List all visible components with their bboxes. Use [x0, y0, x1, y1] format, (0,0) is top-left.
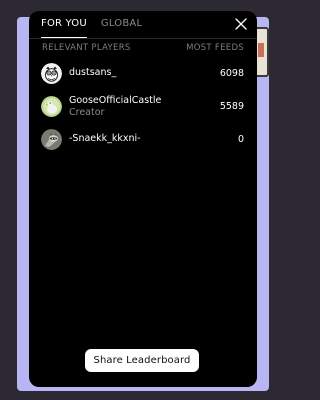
player-score: 5589: [219, 100, 244, 112]
leaderboard-header: RELEVANT PLAYERS MOST FEEDS: [42, 43, 244, 53]
share-leaderboard-button[interactable]: Share Leaderboard: [85, 349, 199, 372]
owl-avatar-icon: [41, 62, 62, 84]
list-item[interactable]: dustsans_ 6098: [41, 61, 244, 85]
most-feeds-heading: MOST FEEDS: [186, 43, 244, 53]
background-widget-swatch: [258, 43, 264, 57]
tab-for-you[interactable]: FOR YOU: [41, 17, 87, 39]
raccoon-avatar-icon: [41, 128, 62, 150]
close-icon[interactable]: [233, 16, 249, 32]
leaderboard-tabs: FOR YOU GLOBAL: [41, 17, 142, 39]
tabs-divider: [29, 38, 257, 39]
player-role: Creator: [69, 106, 105, 118]
list-item[interactable]: GooseOfficialCastle Creator 5589: [41, 94, 244, 118]
player-names: -Snaekk_kkxni-: [69, 133, 214, 145]
player-name: GooseOfficialCastle: [69, 94, 162, 106]
player-names: GooseOfficialCastle Creator: [69, 95, 214, 118]
leaderboard-modal: FOR YOU GLOBAL RELEVANT PLAYERS MOST FEE…: [29, 11, 257, 387]
player-names: dustsans_: [69, 67, 214, 79]
leaderboard-list: dustsans_ 6098 GooseOfficialCastle Creat…: [41, 61, 244, 160]
relevant-players-heading: RELEVANT PLAYERS: [42, 43, 131, 53]
player-score: 0: [237, 133, 244, 145]
player-name: dustsans_: [69, 67, 117, 78]
goose-avatar-icon: [41, 95, 62, 117]
list-item[interactable]: -Snaekk_kkxni- 0: [41, 127, 244, 151]
tab-global[interactable]: GLOBAL: [101, 17, 142, 39]
player-name: -Snaekk_kkxni-: [69, 133, 141, 144]
player-score: 6098: [219, 67, 244, 79]
